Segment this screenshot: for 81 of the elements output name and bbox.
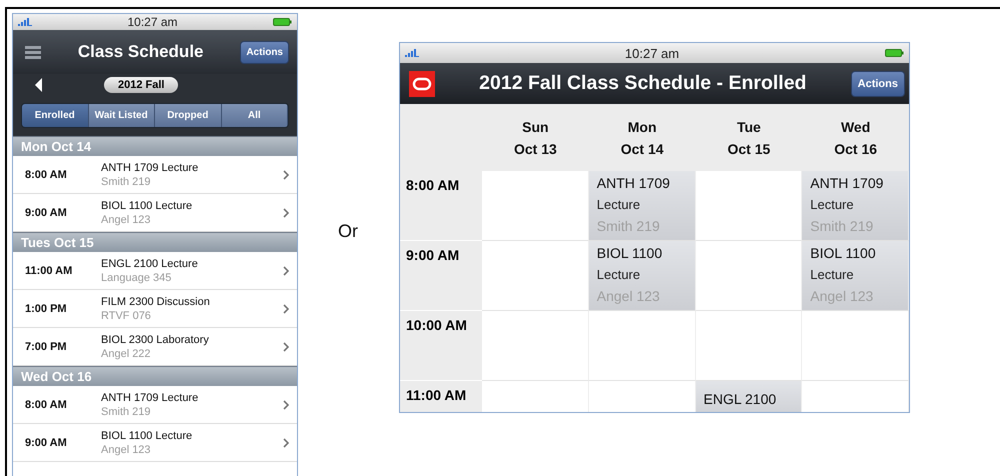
course-text: ENGL 2100: [704, 391, 778, 407]
event-cell[interactable]: ANTH 1709 Lecture Smith 219: [802, 171, 909, 241]
signal-icon: [405, 49, 419, 57]
chevron-icon: [283, 170, 289, 180]
logo-icon: [409, 70, 435, 96]
time-text: 9:00 AM: [25, 436, 68, 448]
type-text: Lecture: [810, 197, 855, 212]
event-cell[interactable]: ENGL 2100: [696, 381, 802, 412]
list-item[interactable]: 9:00 AM BIOL 1100 Lecture Angel 123: [13, 424, 297, 462]
course-text: ANTH 1709 Lecture: [101, 160, 200, 174]
screen-title: 2012 Fall Class Schedule - Enrolled: [478, 72, 808, 95]
back-arrow-icon: [35, 78, 42, 92]
event-cell[interactable]: BIOL 1100 Lecture Angel 123: [802, 241, 909, 311]
section-header: Mon Oct 14: [13, 136, 297, 156]
list-item[interactable]: 8:00 AM ANTH 1709 Lecture Smith 219: [13, 156, 297, 194]
battery-icon: [884, 49, 904, 57]
location-text: Angel 123: [101, 212, 152, 226]
actions-button[interactable]: Actions: [240, 40, 289, 64]
tab[interactable]: Enrolled: [22, 104, 88, 127]
type-text: Lecture: [596, 197, 642, 212]
type-text: Lecture: [596, 267, 642, 282]
chevron-icon: [283, 438, 289, 448]
date-text: Oct 13: [514, 140, 557, 156]
course-text: BIOL 2300 Laboratory: [101, 332, 210, 346]
actions-button[interactable]: Actions: [850, 70, 905, 96]
course-text: BIOL 1100 Lecture: [101, 428, 194, 442]
course-text: ENGL 2100 Lecture: [101, 256, 199, 270]
chevron-icon: [283, 342, 289, 352]
event-cell[interactable]: ANTH 1709 Lecture Smith 219: [588, 171, 696, 241]
time-text: 7:00 PM: [25, 340, 68, 352]
location-text: Angel 222: [101, 346, 152, 360]
time-text: 1:00 PM: [25, 302, 68, 314]
course-text: ANTH 1709 Lecture: [101, 390, 200, 404]
chevron-icon: [283, 304, 289, 314]
screen-title: Class Schedule: [76, 42, 204, 62]
chevron-icon: [283, 208, 289, 218]
time-text: 8:00 AM: [25, 398, 68, 410]
tab[interactable]: Wait Listed: [88, 104, 155, 127]
course-text: BIOL 1100: [810, 245, 877, 261]
day-text: Tue: [736, 118, 761, 134]
day-text: Sun: [522, 118, 549, 134]
time-text: 11:00 AM: [25, 264, 74, 276]
chevron-icon: [283, 266, 289, 276]
course-text: BIOL 1100: [596, 245, 664, 261]
location-text: Smith 219: [596, 218, 661, 234]
course-text: FILM 2300 Discussion: [101, 294, 211, 308]
section-header: Wed Oct 16: [13, 366, 297, 386]
location-text: Angel 123: [810, 288, 874, 304]
day-text: Mon: [628, 118, 656, 134]
course-text: BIOL 1100 Lecture: [101, 198, 194, 212]
location-text: Smith 219: [810, 218, 874, 234]
signal-icon: [18, 18, 32, 26]
date-text: Oct 16: [834, 140, 878, 156]
chevron-icon: [283, 400, 289, 410]
location-text: Language 345: [101, 270, 172, 284]
separator-text: Or: [338, 221, 358, 242]
tab[interactable]: Dropped: [155, 104, 222, 127]
date-text: Oct 15: [727, 140, 770, 156]
list-item[interactable]: 1:00 PM FILM 2300 Discussion RTVF 076: [13, 290, 297, 328]
course-text: ANTH 1709: [810, 175, 884, 191]
type-text: Lecture: [810, 267, 855, 282]
date-text: Oct 14: [620, 140, 664, 156]
location-text: Smith 219: [101, 174, 152, 188]
location-text: Smith 219: [101, 404, 152, 418]
term-button[interactable]: 2012 Fall: [104, 77, 178, 93]
list-item[interactable]: 11:00 AM ENGL 2100 Lecture Language 345: [13, 252, 297, 290]
tab[interactable]: All: [222, 104, 288, 127]
time-text: 8:00 AM: [25, 168, 68, 180]
status-time: 10:27 am: [624, 46, 680, 60]
status-time: 10:27 am: [127, 15, 178, 29]
menu-icon: [25, 46, 41, 58]
day-text: Wed: [840, 118, 870, 134]
section-header: Tues Oct 15: [13, 232, 297, 252]
location-text: Angel 123: [596, 288, 661, 304]
course-text: ANTH 1709: [596, 175, 671, 191]
event-cell[interactable]: BIOL 1100 Lecture Angel 123: [588, 241, 696, 311]
time-text: 9:00 AM: [25, 206, 68, 218]
battery-icon: [272, 18, 292, 26]
list-item[interactable]: 8:00 AM ANTH 1709 Lecture Smith 219: [13, 386, 297, 424]
location-text: Angel 123: [101, 442, 152, 456]
location-text: RTVF 076: [101, 308, 152, 322]
